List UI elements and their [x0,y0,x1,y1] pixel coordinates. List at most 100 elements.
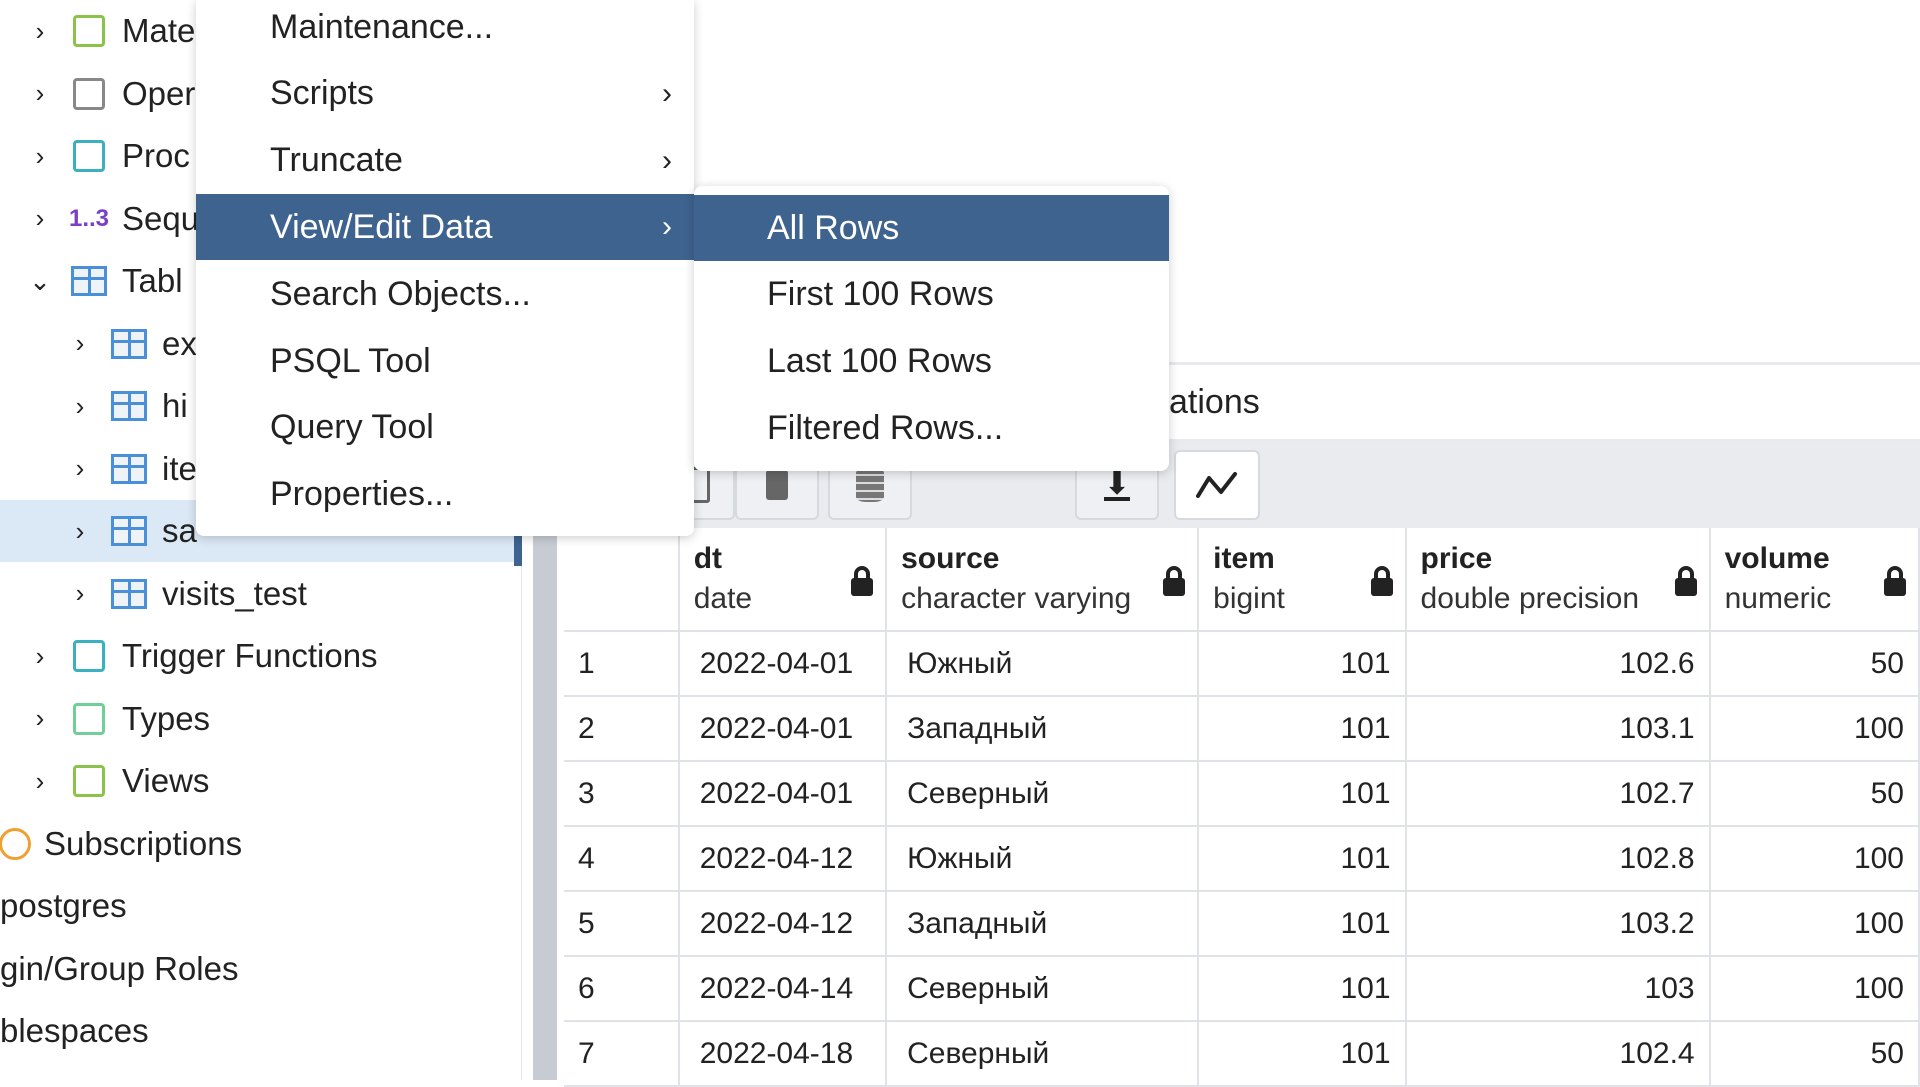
menu-item[interactable]: Query Tool [196,395,694,461]
tree-item[interactable]: Subscriptions [0,813,522,875]
chevron-right-icon[interactable]: › [26,141,54,172]
table-cell[interactable]: 100 [1711,697,1920,760]
table-cell[interactable]: 102.4 [1407,1022,1711,1085]
trigger-function-icon [68,636,110,676]
chevron-right-icon[interactable]: › [66,453,94,484]
menu-item-label: First 100 Rows [767,275,994,314]
table-cell[interactable]: Западный [887,892,1200,955]
chevron-right-icon[interactable]: › [66,516,94,547]
table-cell[interactable]: 102.8 [1407,827,1711,890]
column-type: numeric [1724,582,1832,615]
table-cell[interactable]: 2022-04-01 [680,632,888,695]
graph-button[interactable] [1174,450,1260,520]
menu-item[interactable]: View/Edit Data › [196,194,694,261]
context-menu: Maintenance... Scripts › Truncate › View/Edit… [196,0,694,536]
table-cell[interactable]: 103 [1407,957,1711,1020]
menu-item[interactable]: Filtered Rows... [694,395,1169,461]
column-type: date [693,582,753,615]
chevron-right-icon[interactable]: › [66,391,94,422]
table-cell[interactable]: 2022-04-12 [680,892,888,955]
column-name: dt [693,542,723,575]
table-cell[interactable]: 2022-04-01 [680,697,888,760]
row-number[interactable]: 3 [564,762,680,825]
menu-item[interactable]: Truncate › [196,128,694,194]
table-cell[interactable]: 101 [1199,762,1407,825]
tree-item[interactable]: › Trigger Functions [0,625,522,687]
table-cell[interactable]: 50 [1711,632,1920,695]
tree-item[interactable]: › visits_test [0,563,522,625]
row-number[interactable]: 4 [564,827,680,890]
table-cell[interactable]: Южный [887,632,1200,695]
table-cell[interactable]: 100 [1711,827,1920,890]
table-cell[interactable]: 102.7 [1407,762,1711,825]
main-panel: ations ⌄ ⬇ dtdatesourcecharacter varying… [557,0,1920,1087]
column-name: price [1420,542,1493,575]
row-number[interactable]: 7 [564,1022,680,1085]
table-cell[interactable]: 101 [1199,827,1407,890]
row-number[interactable]: 6 [564,957,680,1020]
table-cell[interactable]: Западный [887,697,1200,760]
tree-item[interactable]: blespaces [0,1000,522,1062]
menu-item[interactable]: Search Objects... [196,261,694,327]
chevron-right-icon[interactable]: › [66,578,94,609]
table-cell[interactable]: 101 [1199,697,1407,760]
chevron-right-icon[interactable]: › [66,328,94,359]
table-cell[interactable]: Северный [887,957,1200,1020]
table-cell[interactable]: 102.6 [1407,632,1711,695]
menu-item[interactable]: First 100 Rows [694,262,1169,328]
menu-item[interactable]: Scripts › [196,61,694,127]
tree-item[interactable]: gin/Group Roles [0,938,522,1000]
table-cell[interactable]: Южный [887,827,1200,890]
table-cell[interactable]: Северный [887,762,1200,825]
tree-item[interactable]: › Types [0,688,522,750]
row-number[interactable]: 1 [564,632,680,695]
menu-item[interactable]: PSQL Tool [196,328,694,394]
menu-item-label: Search Objects... [270,274,531,313]
chevron-right-icon[interactable]: › [26,703,54,734]
table-cell[interactable]: 101 [1199,957,1407,1020]
menu-item[interactable]: Properties... [196,462,694,528]
tree-item-label: blespaces [0,1012,149,1049]
row-number-header[interactable] [564,528,680,630]
tree-item[interactable]: › Views [0,750,522,812]
table-cell[interactable]: 2022-04-14 [680,957,888,1020]
tree-item-label: Proc [122,137,190,174]
table-cell[interactable]: 2022-04-01 [680,762,888,825]
column-header[interactable]: item bigint [1199,528,1407,630]
table-cell[interactable]: 50 [1711,1022,1920,1085]
tree-item-label: sa [162,512,197,549]
table-cell[interactable]: 100 [1711,892,1920,955]
tree-item[interactable]: postgres [0,875,522,937]
chevron-down-icon[interactable]: ⌄ [26,266,54,297]
table-cell[interactable]: 101 [1199,1022,1407,1085]
column-header[interactable]: volume numeric [1711,528,1920,630]
chevron-right-icon[interactable]: › [26,16,54,47]
table-cell[interactable]: 101 [1199,632,1407,695]
menu-item[interactable]: Maintenance... [196,0,694,60]
column-type: double precision [1420,582,1640,615]
chevron-right-icon[interactable]: › [26,641,54,672]
table-cell[interactable]: 103.1 [1407,697,1711,760]
column-header[interactable]: source character varying [887,528,1200,630]
menu-item[interactable]: Last 100 Rows [694,329,1169,395]
tree-item-label: Mate [122,12,196,49]
table-row: 4 2022-04-12 Южный 101 102.8 100 [564,827,1920,892]
table-cell[interactable]: 2022-04-12 [680,827,888,890]
table-cell[interactable]: 2022-04-18 [680,1022,888,1085]
table-cell[interactable]: 103.2 [1407,892,1711,955]
table-cell[interactable]: 50 [1711,762,1920,825]
chevron-right-icon[interactable]: › [26,203,54,234]
row-number[interactable]: 5 [564,892,680,955]
column-name: source [901,542,1000,575]
menu-item[interactable]: All Rows [694,195,1169,261]
table-cell[interactable]: 100 [1711,957,1920,1020]
chevron-right-icon[interactable]: › [26,766,54,797]
column-header[interactable]: dt date [680,528,888,630]
table-cell[interactable]: Северный [887,1022,1200,1085]
chevron-right-icon[interactable]: › [26,78,54,109]
tab-label[interactable]: ations [1169,383,1260,422]
column-name: item [1213,542,1275,575]
column-header[interactable]: price double precision [1407,528,1711,630]
table-cell[interactable]: 101 [1199,892,1407,955]
row-number[interactable]: 2 [564,697,680,760]
